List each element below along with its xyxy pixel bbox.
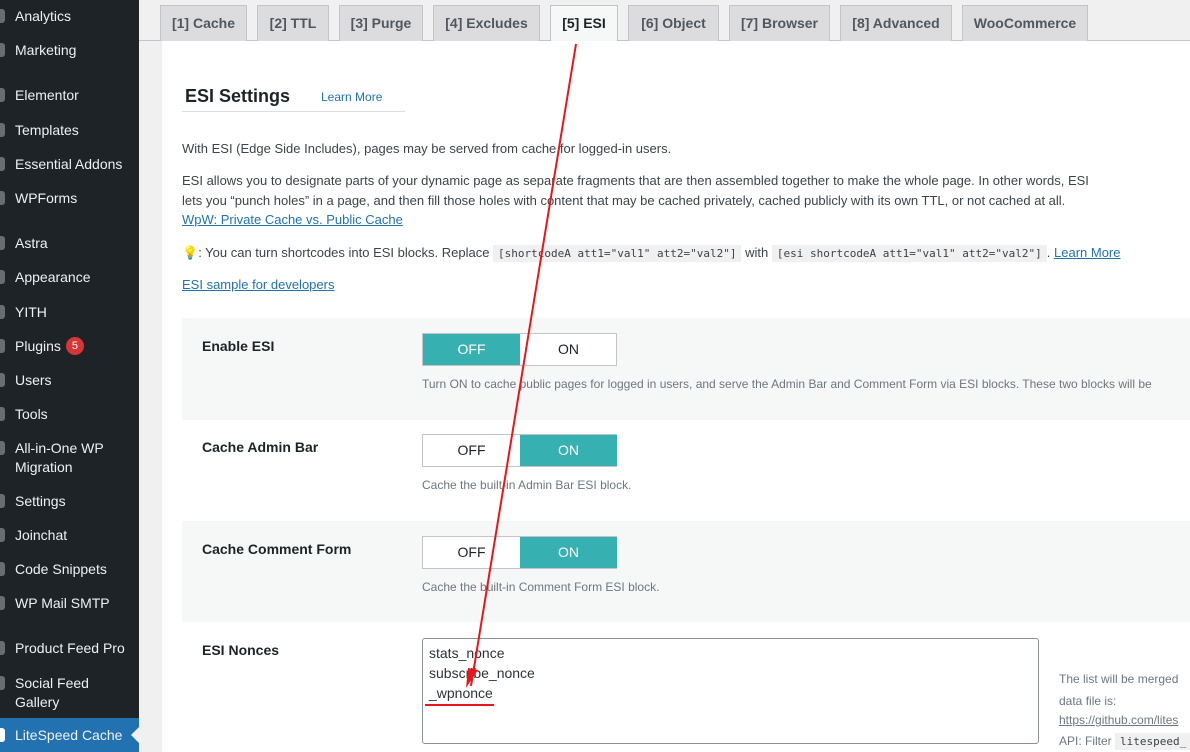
heading-divider [182, 111, 405, 112]
api-filter-code: litespeed_ [1115, 733, 1190, 750]
nonces-api-filter-note: API: Filter litespeed_ [1059, 733, 1190, 750]
enable-esi-off-button[interactable]: OFF [423, 334, 520, 365]
learn-more-link[interactable]: Learn More [321, 90, 382, 104]
tip-text: : You can turn shortcodes into ESI block… [198, 245, 490, 260]
lightbulb-icon: 💡 [182, 245, 199, 260]
chat-icon [0, 528, 5, 542]
private-public-cache-link[interactable]: WpW: Private Cache vs. Public Cache [182, 210, 403, 230]
sidebar-item-code-snippets[interactable]: Code Snippets [0, 560, 139, 580]
sidebar-item-settings[interactable]: Settings [0, 492, 139, 512]
esi-shortcode-example: [esi shortcodeA att1="val1" att2="val2"] [771, 245, 1047, 262]
mail-icon [0, 596, 5, 610]
sidebar-item-wp-mail-smtp[interactable]: WP Mail SMTP [0, 594, 139, 614]
users-icon [0, 373, 5, 387]
cache-comment-form-off-button[interactable]: OFF [423, 537, 520, 568]
update-count-badge: 5 [65, 337, 84, 355]
settings-icon [0, 494, 5, 508]
cache-admin-bar-label: Cache Admin Bar [202, 439, 319, 455]
nonces-data-file-note: data file is: [1059, 694, 1117, 708]
sidebar-item-appearance[interactable]: Appearance [0, 268, 139, 288]
tab-advanced[interactable]: [8] Advanced [840, 5, 952, 41]
cache-admin-bar-on-button[interactable]: ON [520, 435, 617, 466]
sidebar-item-label: Plugins [15, 338, 61, 354]
sidebar-item-analytics[interactable]: Analytics [0, 7, 139, 27]
esi-description-line-1: ESI allows you to designate parts of you… [182, 173, 1089, 188]
sidebar-item-wpforms[interactable]: WPForms [0, 189, 139, 209]
admin-sidebar: Analytics Marketing Elementor Templates … [0, 0, 139, 752]
sidebar-item-product-feed-pro[interactable]: Product Feed Pro [0, 639, 139, 659]
section-title: ESI Settings [185, 86, 291, 106]
feed-icon [0, 641, 5, 655]
cache-comment-form-hint: Cache the built-in Comment Form ESI bloc… [422, 580, 660, 594]
paintbrush-icon [0, 270, 5, 284]
nonces-github-link[interactable]: https://github.com/lites [1059, 713, 1178, 727]
tip-with: with [745, 245, 769, 260]
code-icon [0, 562, 5, 576]
esi-description-line-2: lets you “punch holes” in a page, and th… [182, 193, 1066, 208]
sidebar-item-elementor[interactable]: Elementor [0, 86, 139, 106]
wrench-icon [0, 407, 5, 421]
litespeed-icon [0, 728, 5, 742]
sidebar-item-tools[interactable]: Tools [0, 405, 139, 425]
nonces-merge-note: The list will be merged [1059, 672, 1179, 686]
elementor-icon [0, 88, 5, 102]
esi-nonces-textarea[interactable]: stats_nonce subscribe_nonce _wpnonce [422, 638, 1039, 744]
cache-comment-form-label: Cache Comment Form [202, 541, 352, 557]
tab-excludes[interactable]: [4] Excludes [433, 5, 540, 41]
migration-icon [0, 441, 5, 455]
shortcode-tip: 💡: You can turn shortcodes into ESI bloc… [182, 243, 1120, 264]
sidebar-item-social-feed-gallery[interactable]: Social Feed Gallery [0, 674, 139, 712]
tab-object[interactable]: [6] Object [628, 5, 719, 41]
cache-comment-form-toggle: OFF ON [422, 536, 617, 569]
sidebar-item-plugins[interactable]: Plugins 5 [0, 337, 139, 357]
enable-esi-on-button[interactable]: ON [520, 334, 617, 365]
sidebar-item-marketing[interactable]: Marketing [0, 41, 139, 61]
tab-esi[interactable]: [5] ESI [550, 5, 618, 42]
tab-cache[interactable]: [1] Cache [160, 5, 247, 41]
analytics-icon [0, 9, 5, 23]
cache-comment-form-row [182, 521, 1190, 622]
enable-esi-row [182, 318, 1190, 420]
astra-icon [0, 236, 5, 250]
cache-comment-form-on-button[interactable]: ON [520, 537, 617, 568]
api-filter-label: API: Filter [1059, 734, 1112, 748]
sidebar-item-litespeed-cache[interactable]: LiteSpeed Cache [0, 718, 139, 752]
esi-sample-link[interactable]: ESI sample for developers [182, 275, 334, 295]
settings-tabs: [1] Cache [2] TTL [3] Purge [4] Excludes… [139, 0, 1190, 42]
social-feed-icon [0, 676, 5, 690]
wpforms-icon [0, 191, 5, 205]
tab-ttl[interactable]: [2] TTL [257, 5, 329, 41]
yith-icon [0, 305, 5, 319]
esi-intro-text: With ESI (Edge Side Includes), pages may… [182, 141, 672, 156]
esi-nonces-label: ESI Nonces [202, 642, 280, 658]
sidebar-item-yith[interactable]: YITH [0, 303, 139, 323]
tab-woocommerce[interactable]: WooCommerce [962, 5, 1088, 41]
sidebar-item-users[interactable]: Users [0, 371, 139, 391]
sidebar-item-essential-addons[interactable]: Essential Addons [0, 155, 139, 175]
enable-esi-label: Enable ESI [202, 338, 275, 354]
sidebar-item-joinchat[interactable]: Joinchat [0, 526, 139, 546]
enable-esi-hint: Turn ON to cache public pages for logged… [422, 377, 1152, 391]
shortcode-learn-more-link[interactable]: Learn More [1054, 245, 1120, 260]
plugin-icon [0, 339, 5, 353]
sidebar-item-all-in-one-wp-migration[interactable]: All-in-One WP Migration [0, 439, 139, 477]
cache-admin-bar-hint: Cache the built-in Admin Bar ESI block. [422, 478, 632, 492]
tip-dot: . [1046, 245, 1051, 260]
sidebar-item-templates[interactable]: Templates [0, 121, 139, 141]
cache-admin-bar-toggle: OFF ON [422, 434, 617, 467]
shortcode-example: [shortcodeA att1="val1" att2="val2"] [493, 245, 742, 262]
essential-addons-icon [0, 157, 5, 171]
tab-purge[interactable]: [3] Purge [339, 5, 423, 41]
templates-icon [0, 123, 5, 137]
enable-esi-toggle: OFF ON [422, 333, 617, 366]
sidebar-item-astra[interactable]: Astra [0, 234, 139, 254]
marketing-icon [0, 43, 5, 57]
tab-browser[interactable]: [7] Browser [729, 5, 830, 41]
cache-admin-bar-off-button[interactable]: OFF [423, 435, 520, 466]
